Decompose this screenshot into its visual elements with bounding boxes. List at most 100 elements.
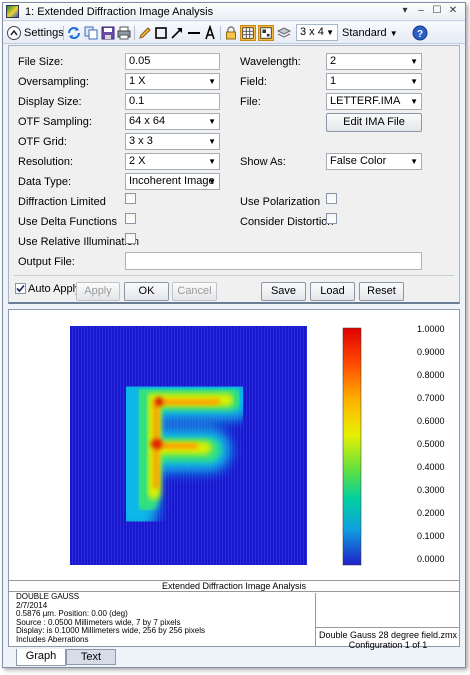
otf-sampling-dropdown[interactable]: 64 x 64 ▼ xyxy=(125,113,220,130)
settings-panel: File Size: 0.05 Oversampling: 1 X ▼ Displ… xyxy=(8,45,460,304)
lock-icon[interactable] xyxy=(223,25,239,41)
minimize-button[interactable]: ‒ xyxy=(414,4,428,18)
colorbar-label: 0.5000 xyxy=(417,439,445,449)
field-dropdown[interactable]: 1 ▼ xyxy=(326,73,422,90)
wavelength-dropdown[interactable]: 2 ▼ xyxy=(326,53,422,70)
diffraction-limited-checkbox[interactable] xyxy=(125,193,136,204)
oversampling-dropdown[interactable]: 1 X ▼ xyxy=(125,73,220,90)
use-relative-illumination-checkbox[interactable] xyxy=(125,233,136,244)
use-polarization-label: Use Polarization xyxy=(240,196,321,208)
otf-grid-value: 3 x 3 xyxy=(129,135,153,147)
wavelength-value: 2 xyxy=(330,55,337,67)
tab-text[interactable]: Text xyxy=(66,649,116,665)
file-name: Double Gauss 28 degree field.zmx xyxy=(318,630,458,640)
use-relative-illumination-label: Use Relative Illumination xyxy=(18,236,140,248)
window-title: 1: Extended Diffraction Image Analysis xyxy=(25,6,214,18)
diffraction-image-plot xyxy=(70,326,362,566)
save-button[interactable]: Save xyxy=(261,282,306,301)
load-button[interactable]: Load xyxy=(310,282,355,301)
file-label: File: xyxy=(240,96,261,108)
save-icon[interactable] xyxy=(100,25,116,41)
text-tool-icon[interactable] xyxy=(202,25,218,41)
settings-button[interactable]: Settings xyxy=(24,25,64,41)
mode-dropdown-value: Standard xyxy=(342,27,387,39)
print-icon[interactable] xyxy=(116,25,132,41)
graph-info-block: DOUBLE GAUSS 2/7/2014 0.5876 µm. Positio… xyxy=(16,592,205,644)
chevron-down-icon: ▼ xyxy=(208,77,216,86)
color-bar xyxy=(342,327,362,566)
wavelength-label: Wavelength: xyxy=(240,56,301,68)
apply-button[interactable]: Apply xyxy=(76,282,120,301)
info-line: Includes Aberrations xyxy=(16,634,89,644)
edit-ima-file-button[interactable]: Edit IMA File xyxy=(326,113,422,132)
data-type-dropdown[interactable]: Incoherent Image ▼ xyxy=(125,173,220,190)
chevron-down-icon: ▼ xyxy=(208,177,216,186)
tab-graph[interactable]: Graph xyxy=(16,649,66,666)
layout-dropdown[interactable]: 3 x 4 ▼ xyxy=(296,24,338,41)
otf-grid-label: OTF Grid: xyxy=(18,136,67,148)
file-size-label: File Size: xyxy=(18,56,64,68)
resolution-value: 2 X xyxy=(129,155,146,167)
layout-icon[interactable] xyxy=(258,25,274,41)
title-bar[interactable]: 1: Extended Diffraction Image Analysis ▾… xyxy=(3,3,465,21)
ok-button[interactable]: OK xyxy=(124,282,169,301)
chevron-down-icon: ▼ xyxy=(410,57,418,66)
oversampling-label: Oversampling: xyxy=(18,76,89,88)
colorbar-label: 0.7000 xyxy=(417,393,445,403)
output-file-label: Output File: xyxy=(18,256,75,268)
auto-apply-checkbox[interactable] xyxy=(15,283,26,294)
layers-icon[interactable] xyxy=(276,25,292,41)
chevron-down-icon: ▼ xyxy=(326,28,334,37)
cancel-button[interactable]: Cancel xyxy=(172,282,217,301)
data-type-value: Incoherent Image xyxy=(129,175,215,187)
colorbar-label: 0.2000 xyxy=(417,508,445,518)
diffraction-limited-label: Diffraction Limited xyxy=(18,196,106,208)
mode-dropdown[interactable]: Standard ▼ xyxy=(342,25,398,41)
analysis-window: 1: Extended Diffraction Image Analysis ▾… xyxy=(2,2,466,668)
collapse-up-icon[interactable] xyxy=(6,25,22,41)
colorbar-label: 0.1000 xyxy=(417,531,445,541)
toolbar-separator xyxy=(220,26,221,40)
oversampling-value: 1 X xyxy=(129,75,146,87)
otf-grid-dropdown[interactable]: 3 x 3 ▼ xyxy=(125,133,220,150)
output-file-input[interactable] xyxy=(125,252,422,270)
maximize-button[interactable]: ☐ xyxy=(430,4,444,18)
use-delta-functions-checkbox[interactable] xyxy=(125,213,136,224)
chevron-down-icon: ▼ xyxy=(208,117,216,126)
arrow-icon[interactable] xyxy=(169,25,185,41)
graph-file-box: Double Gauss 28 degree field.zmx Configu… xyxy=(315,593,460,650)
copy-icon[interactable] xyxy=(83,25,99,41)
file-dropdown[interactable]: LETTERF.IMA ▼ xyxy=(326,93,422,110)
pencil-icon[interactable] xyxy=(137,25,153,41)
resolution-label: Resolution: xyxy=(18,156,74,168)
show-as-dropdown[interactable]: False Color ▼ xyxy=(326,153,422,170)
window-menu-button[interactable]: ▾ xyxy=(398,4,412,18)
line-icon[interactable] xyxy=(186,25,202,41)
graph-area: 1.0000 0.9000 0.8000 0.7000 0.6000 0.500… xyxy=(8,309,460,650)
colorbar-label: 0.0000 xyxy=(417,554,445,564)
resolution-dropdown[interactable]: 2 X ▼ xyxy=(125,153,220,170)
rectangle-icon[interactable] xyxy=(153,25,169,41)
chevron-down-icon: ▼ xyxy=(410,77,418,86)
refresh-icon[interactable] xyxy=(66,25,82,41)
toolbar-separator xyxy=(63,26,64,40)
display-size-input[interactable]: 0.1 xyxy=(125,93,220,110)
colorbar-label: 0.4000 xyxy=(417,462,445,472)
toolbar: Settings 3 x 4 ▼ Standard ▼ ? xyxy=(3,22,465,44)
grid-icon[interactable] xyxy=(240,25,256,41)
show-as-label: Show As: xyxy=(240,156,286,168)
help-icon[interactable]: ? xyxy=(412,25,428,41)
panel-divider xyxy=(14,275,454,276)
use-polarization-checkbox[interactable] xyxy=(326,193,337,204)
consider-distortion-checkbox[interactable] xyxy=(326,213,337,224)
file-size-input[interactable]: 0.05 xyxy=(125,53,220,70)
colorbar-label: 0.3000 xyxy=(417,485,445,495)
reset-button[interactable]: Reset xyxy=(359,282,404,301)
chevron-down-icon: ▼ xyxy=(410,97,418,106)
show-as-value: False Color xyxy=(330,155,387,167)
configuration-info: Configuration 1 of 1 xyxy=(348,640,428,650)
close-button[interactable]: ✕ xyxy=(446,4,460,18)
consider-distortion-label: Consider Distortion xyxy=(240,216,334,228)
colorbar-label: 1.0000 xyxy=(417,324,445,334)
colorbar-label: 0.9000 xyxy=(417,347,445,357)
